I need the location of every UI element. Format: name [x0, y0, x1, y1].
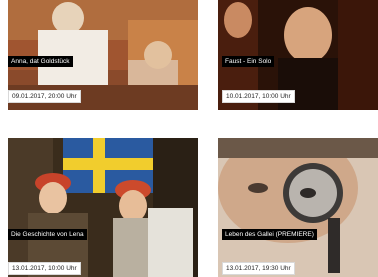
event-title-label[interactable]: Anna, dat Goldstück	[8, 56, 73, 67]
event-date-label: 13.01.2017, 19:30 Uhr	[222, 262, 295, 275]
event-date-label: 09.01.2017, 20:00 Uhr	[8, 90, 81, 103]
event-title-label[interactable]: Leben des Gallei (PREMIERE)	[222, 229, 317, 240]
event-card-faust[interactable]: Faust - Ein Solo 10.01.2017, 10:00 Uhr	[218, 0, 378, 110]
event-title-label[interactable]: Die Geschichte von Lena	[8, 229, 87, 240]
event-image-galilei	[218, 138, 378, 277]
event-card-lena[interactable]: Die Geschichte von Lena 13.01.2017, 10:0…	[8, 138, 198, 277]
event-card-galilei[interactable]: Leben des Gallei (PREMIERE) 13.01.2017, …	[218, 138, 378, 277]
event-date-label: 13.01.2017, 10:00 Uhr	[8, 262, 81, 275]
event-date-label: 10.01.2017, 10:00 Uhr	[222, 90, 295, 103]
event-title-label[interactable]: Faust - Ein Solo	[222, 56, 275, 67]
event-card-anna[interactable]: Anna, dat Goldstück 09.01.2017, 20:00 Uh…	[8, 0, 198, 110]
event-image-lena	[8, 138, 198, 277]
